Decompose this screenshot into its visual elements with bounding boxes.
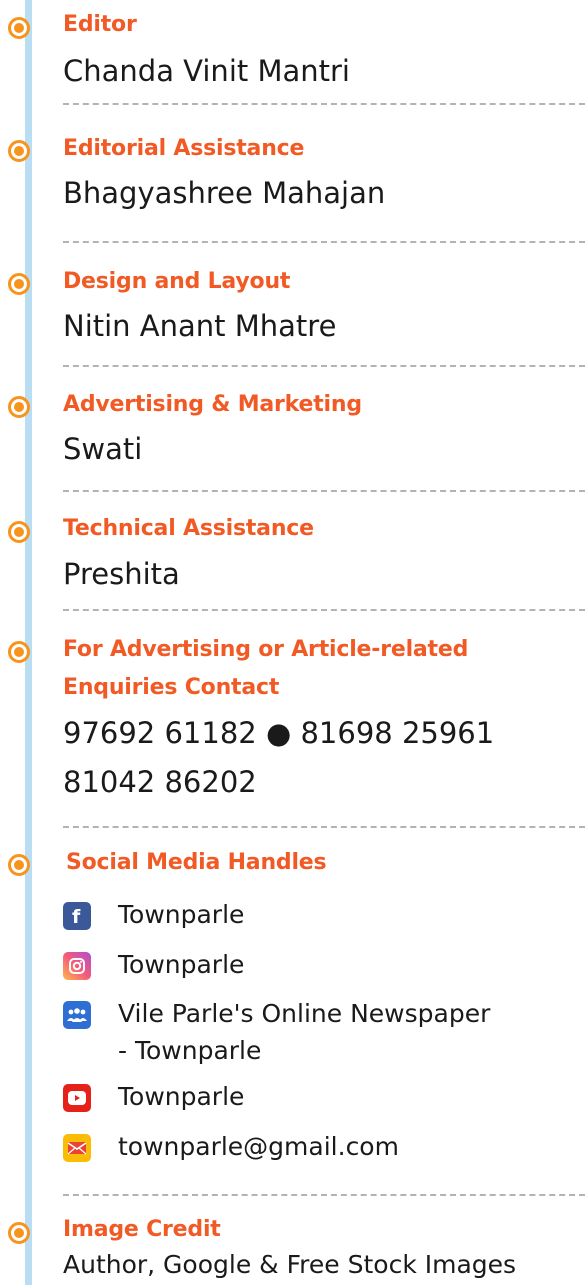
timeline-dot xyxy=(8,140,30,162)
credit-value-design-layout: Nitin Anant Mhatre xyxy=(63,309,337,343)
divider xyxy=(63,103,585,105)
social-label: Social Media Handles xyxy=(66,850,327,875)
divider xyxy=(63,241,585,243)
divider xyxy=(63,365,585,367)
timeline-dot xyxy=(8,273,30,295)
credit-value-editorial-assistance: Bhagyashree Mahajan xyxy=(63,176,386,210)
facebook-icon: f xyxy=(63,902,91,930)
social-text: Vile Parle's Online Newspaper xyxy=(118,999,491,1028)
credit-label-editor: Editor xyxy=(63,12,137,37)
credit-value-advertising-marketing: Swati xyxy=(63,432,143,466)
credit-label-advertising-marketing: Advertising & Marketing xyxy=(63,392,362,417)
contact-label-line1: For Advertising or Article-related xyxy=(63,637,469,662)
credit-label-technical-assistance: Technical Assistance xyxy=(63,516,314,541)
social-text: Townparle xyxy=(118,1082,245,1111)
social-text-line2: - Townparle xyxy=(118,1036,262,1065)
mail-icon xyxy=(63,1134,91,1162)
timeline-dot xyxy=(8,854,30,876)
credit-label-editorial-assistance: Editorial Assistance xyxy=(63,136,305,161)
social-text: Townparle xyxy=(118,900,245,929)
timeline-dot xyxy=(8,1222,30,1244)
youtube-icon xyxy=(63,1084,91,1112)
timeline-dot xyxy=(8,17,30,39)
svg-text:f: f xyxy=(72,906,81,926)
divider xyxy=(63,826,585,828)
contact-phones-line2[interactable]: 81042 86202 xyxy=(63,765,257,799)
divider xyxy=(63,490,585,492)
timeline-dot xyxy=(8,641,30,663)
contact-label-line2: Enquiries Contact xyxy=(63,675,280,700)
timeline-dot xyxy=(8,521,30,543)
contact-phones-line1[interactable]: 97692 61182 ● 81698 25961 xyxy=(63,716,494,750)
image-credit-label: Image Credit xyxy=(63,1217,221,1242)
social-text: townparle@gmail.com xyxy=(118,1132,399,1161)
image-credit-value: Author, Google & Free Stock Images xyxy=(63,1250,517,1279)
credit-value-editor: Chanda Vinit Mantri xyxy=(63,54,350,88)
credit-value-technical-assistance: Preshita xyxy=(63,557,180,591)
instagram-icon xyxy=(63,952,91,980)
timeline-dot xyxy=(8,396,30,418)
credit-label-design-layout: Design and Layout xyxy=(63,269,291,294)
timeline-line xyxy=(25,0,32,1285)
divider xyxy=(63,609,585,611)
group-icon xyxy=(63,1001,91,1029)
divider xyxy=(63,1194,585,1196)
social-text: Townparle xyxy=(118,950,245,979)
